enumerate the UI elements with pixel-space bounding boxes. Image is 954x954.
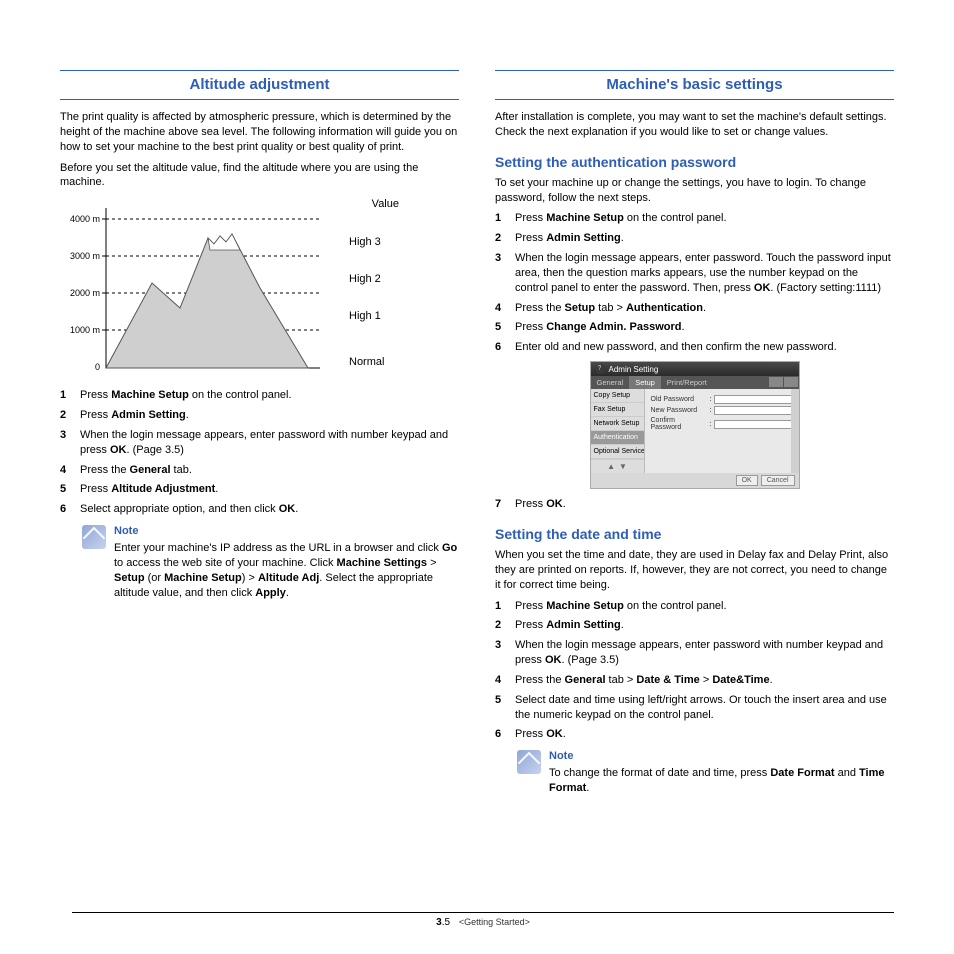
ok-button[interactable]: OK [736, 475, 758, 486]
cancel-button[interactable]: Cancel [761, 475, 795, 486]
old-password-label: Old Password [651, 396, 707, 403]
side-optional-service[interactable]: Optional Service [591, 445, 644, 459]
note-icon [517, 750, 541, 774]
note-body: Enter your machine's IP address as the U… [114, 541, 459, 600]
step-item: 6Enter old and new password, and then co… [495, 340, 894, 355]
level-high3: High 3 [349, 236, 409, 248]
step-item: 5Select date and time using left/right a… [495, 693, 894, 723]
basic-intro: After installation is complete, you may … [495, 110, 894, 140]
tab-general[interactable]: General [591, 376, 630, 389]
auth-steps: 1Press Machine Setup on the control pane… [495, 211, 894, 355]
note-title: Note [114, 525, 459, 537]
down-arrow-icon[interactable]: ▼ [619, 462, 627, 471]
auth-step7: 7Press OK. [495, 497, 894, 512]
side-authentication[interactable]: Authentication [591, 431, 644, 445]
step-item: 5Press Altitude Adjustment. [60, 482, 459, 497]
right-column: Machine's basic settings After installat… [495, 70, 894, 804]
side-network-setup[interactable]: Network Setup [591, 417, 644, 431]
tab-setup[interactable]: Setup [629, 376, 661, 389]
datetime-note: Note To change the format of date and ti… [517, 750, 894, 796]
confirm-password-field[interactable] [714, 420, 794, 429]
panel-tabs: General Setup Print/Report [591, 376, 799, 389]
altitude-steps: 1Press Machine Setup on the control pane… [60, 388, 459, 517]
step-item: 2Press Admin Setting. [495, 231, 894, 246]
ytick-3000: 3000 m [70, 251, 100, 261]
tab-print-report[interactable]: Print/Report [661, 376, 713, 389]
note-icon [82, 525, 106, 549]
altitude-note: Note Enter your machine's IP address as … [82, 525, 459, 600]
confirm-password-label: Confirm Password [651, 417, 707, 431]
level-high2: High 2 [349, 273, 409, 285]
side-fax-setup[interactable]: Fax Setup [591, 403, 644, 417]
basic-heading: Machine's basic settings [495, 70, 894, 100]
new-password-field[interactable] [714, 406, 794, 415]
side-copy-setup[interactable]: Copy Setup [591, 389, 644, 403]
step-item: 4Press the Setup tab > Authentication. [495, 301, 894, 316]
ytick-4000: 4000 m [70, 214, 100, 224]
up-arrow-icon[interactable]: ▲ [607, 462, 615, 471]
step-item: 1Press Machine Setup on the control pane… [495, 599, 894, 614]
tool-icon[interactable] [769, 377, 783, 387]
scrollbar[interactable] [791, 389, 799, 473]
note-body: To change the format of date and time, p… [549, 766, 894, 796]
admin-setting-panel: ? Admin Setting General Setup Print/Repo… [590, 361, 800, 489]
altitude-prechart: Before you set the altitude value, find … [60, 161, 459, 191]
step-item: 3When the login message appears, enter p… [495, 638, 894, 668]
step-item: 6Press OK. [495, 727, 894, 742]
panel-titlebar: ? Admin Setting [591, 362, 799, 376]
tool-icon[interactable] [784, 377, 798, 387]
step-item: 4Press the General tab > Date & Time > D… [495, 673, 894, 688]
level-high1: High 1 [349, 310, 409, 322]
old-password-field[interactable] [714, 395, 794, 404]
auth-intro: To set your machine up or change the set… [495, 176, 894, 206]
step-item: 2Press Admin Setting. [60, 408, 459, 423]
ytick-2000: 2000 m [70, 288, 100, 298]
ytick-0: 0 [95, 362, 100, 372]
altitude-intro: The print quality is affected by atmosph… [60, 110, 459, 155]
step-item: 4Press the General tab. [60, 463, 459, 478]
datetime-heading: Setting the date and time [495, 526, 894, 542]
step-item: 3When the login message appears, enter p… [495, 251, 894, 296]
step-item: 5Press Change Admin. Password. [495, 320, 894, 335]
altitude-heading: Altitude adjustment [60, 70, 459, 100]
panel-form: Old Password: New Password: Confirm Pass… [645, 389, 799, 473]
step-item: 1Press Machine Setup on the control pane… [60, 388, 459, 403]
footer-section: <Getting Started> [459, 917, 530, 927]
panel-title: Admin Setting [609, 365, 659, 374]
chart-value-label: Value [372, 198, 399, 210]
altitude-chart: Value 4000 m 3000 m 2000 m 1000 m 0 [60, 198, 459, 378]
help-icon[interactable]: ? [595, 364, 605, 374]
datetime-steps: 1Press Machine Setup on the control pane… [495, 599, 894, 743]
step-item: 6Select appropriate option, and then cli… [60, 502, 459, 517]
step-item: 2Press Admin Setting. [495, 618, 894, 633]
new-password-label: New Password [651, 407, 707, 414]
panel-sidebar: Copy Setup Fax Setup Network Setup Authe… [591, 389, 645, 473]
page-footer: 3.5 <Getting Started> [72, 912, 894, 928]
auth-heading: Setting the authentication password [495, 154, 894, 170]
left-column: Altitude adjustment The print quality is… [60, 70, 459, 804]
note-title: Note [549, 750, 894, 762]
level-normal: Normal [349, 356, 409, 368]
step-item: 3When the login message appears, enter p… [60, 428, 459, 458]
datetime-intro: When you set the time and date, they are… [495, 548, 894, 593]
ytick-1000: 1000 m [70, 325, 100, 335]
step-item: 1Press Machine Setup on the control pane… [495, 211, 894, 226]
page-number: .5 [442, 917, 450, 928]
